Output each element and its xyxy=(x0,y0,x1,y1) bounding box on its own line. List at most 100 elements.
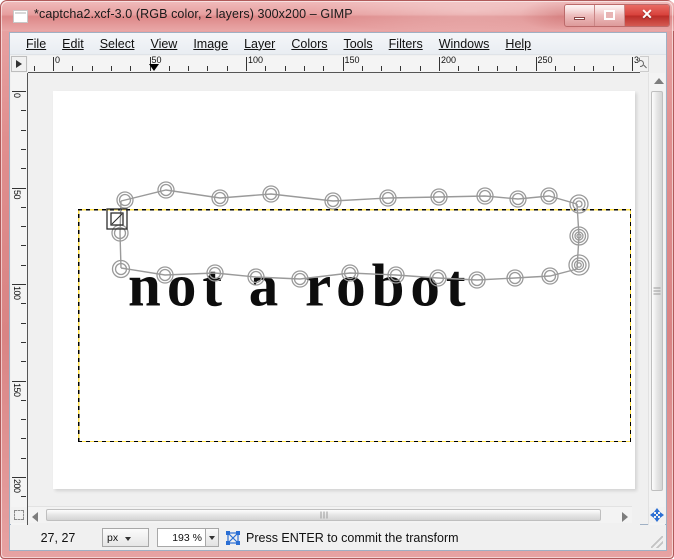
window-title: *captcha2.xcf-3.0 (RGB color, 2 layers) … xyxy=(34,7,353,21)
minimize-button[interactable] xyxy=(565,5,595,26)
menu-help[interactable]: Help xyxy=(497,35,539,53)
menu-windows-label: Windows xyxy=(438,36,490,51)
menu-bar: File Edit Select View Image Layer Colors… xyxy=(10,33,666,55)
ruler-tick xyxy=(21,419,26,421)
ruler-tick xyxy=(458,66,460,71)
close-icon: ✕ xyxy=(641,6,653,22)
menu-view[interactable]: View xyxy=(142,35,185,53)
ruler-tick xyxy=(323,66,325,71)
document-icon xyxy=(13,10,28,23)
ruler-tick xyxy=(361,66,363,71)
ruler-label: 200 xyxy=(12,479,22,493)
ruler-tick xyxy=(188,66,190,71)
zoom-input[interactable]: 193 % xyxy=(157,528,205,547)
vertical-scrollbar-thumb[interactable] xyxy=(651,91,663,491)
canvas-viewport[interactable]: not a robot xyxy=(28,73,640,525)
grip-icon xyxy=(320,511,327,519)
grip-icon xyxy=(653,287,661,295)
ruler-tick xyxy=(574,66,576,71)
ruler-tick xyxy=(419,66,421,71)
ruler-tick xyxy=(496,66,498,71)
menu-layer[interactable]: Layer xyxy=(236,35,283,53)
ruler-tick xyxy=(632,57,633,71)
ruler-label: 150 xyxy=(344,56,360,65)
ruler-tick xyxy=(21,129,26,131)
unit-selector[interactable]: px xyxy=(102,528,149,547)
ruler-tick xyxy=(246,57,247,71)
menu-colors[interactable]: Colors xyxy=(283,35,335,53)
window-controls: ✕ xyxy=(564,4,670,27)
ruler-tick xyxy=(342,57,344,71)
vertical-scrollbar[interactable] xyxy=(648,73,665,525)
ruler-tick xyxy=(477,66,479,71)
ruler-tick xyxy=(21,438,26,440)
menu-colors-label: Colors xyxy=(291,36,328,51)
close-button[interactable]: ✕ xyxy=(625,5,669,26)
ruler-tick xyxy=(284,66,286,71)
ruler-tick xyxy=(12,187,26,189)
horizontal-scrollbar[interactable] xyxy=(28,506,632,523)
ruler-tick xyxy=(110,66,112,71)
menu-tools-label: Tools xyxy=(343,36,373,51)
maximize-button[interactable] xyxy=(595,5,625,26)
transform-tool-icon xyxy=(225,530,241,546)
unit-selector-label: px xyxy=(107,531,119,544)
minimize-icon xyxy=(574,17,585,20)
client-area: File Edit Select View Image Layer Colors… xyxy=(9,32,667,525)
ruler-tick xyxy=(535,57,537,71)
quickmask-toggle-button[interactable] xyxy=(11,507,27,523)
ruler-tick xyxy=(21,496,26,498)
scroll-left-icon[interactable] xyxy=(32,512,38,522)
menu-help-label: Help xyxy=(505,36,532,51)
ruler-label: 150 xyxy=(12,382,22,397)
ruler-tick xyxy=(53,57,54,71)
menu-windows[interactable]: Windows xyxy=(431,35,498,53)
menu-view-label: View xyxy=(150,36,178,51)
ruler-label: 100 xyxy=(248,56,264,65)
quickmask-icon xyxy=(14,510,24,520)
ruler-tick xyxy=(554,66,556,71)
gimp-main-window: *captcha2.xcf-3.0 (RGB color, 2 layers) … xyxy=(0,0,674,559)
menu-filters[interactable]: Filters xyxy=(381,35,431,53)
status-bar: 27, 27 px 193 % Press ENTER to commit th… xyxy=(9,525,667,551)
horizontal-ruler-pointer xyxy=(149,64,159,71)
ruler-label: 0 xyxy=(12,93,22,98)
ruler-tick xyxy=(21,457,26,459)
ruler-tick xyxy=(21,399,26,401)
menu-edit-label: Edit xyxy=(62,36,84,51)
ruler-tick xyxy=(21,168,26,170)
ruler-tick xyxy=(33,66,35,71)
horizontal-ruler[interactable]: 050100150200250300 xyxy=(28,56,640,73)
menu-image[interactable]: Image xyxy=(185,35,236,53)
title-bar[interactable]: *captcha2.xcf-3.0 (RGB color, 2 layers) … xyxy=(1,1,674,31)
ruler-label: 200 xyxy=(441,56,457,65)
ruler-tick xyxy=(130,66,132,71)
menu-tools[interactable]: Tools xyxy=(335,35,380,53)
ruler-tick xyxy=(12,91,26,92)
ruler-tick xyxy=(21,226,26,228)
ruler-label: 0 xyxy=(55,56,61,65)
horizontal-scrollbar-thumb[interactable] xyxy=(46,509,601,521)
ruler-tick xyxy=(21,148,26,150)
menu-select-label: Select xyxy=(99,36,135,51)
maximize-icon xyxy=(604,10,615,20)
menu-filters-label: Filters xyxy=(388,36,423,51)
ruler-tick xyxy=(226,66,228,71)
ruler-tick xyxy=(207,66,209,71)
menu-select[interactable]: Select xyxy=(92,35,143,53)
menu-edit[interactable]: Edit xyxy=(54,35,92,53)
ruler-tick xyxy=(21,245,26,247)
scroll-right-icon[interactable] xyxy=(622,512,628,522)
vertical-ruler[interactable]: 0 50 100 150 200 xyxy=(11,73,28,525)
ruler-tick xyxy=(593,66,595,71)
ruler-origin-button[interactable] xyxy=(11,56,27,72)
zoom-dropdown-button[interactable] xyxy=(205,528,219,547)
scroll-up-icon[interactable] xyxy=(654,78,664,84)
captcha-text-layer: not a robot xyxy=(128,251,472,319)
menu-image-label: Image xyxy=(193,36,229,51)
window-resize-grip[interactable] xyxy=(651,536,663,548)
navigation-preview-button[interactable] xyxy=(649,507,665,523)
menu-file[interactable]: File xyxy=(18,35,54,53)
status-message: Press ENTER to commit the transform xyxy=(246,530,459,545)
ruler-tick xyxy=(265,66,267,71)
